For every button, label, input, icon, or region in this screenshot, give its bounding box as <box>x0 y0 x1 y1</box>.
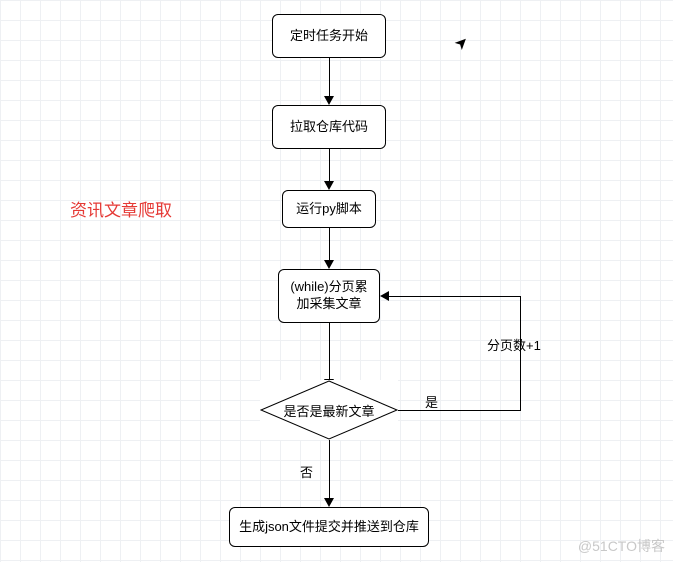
node-run-script-label: 运行py脚本 <box>296 201 362 218</box>
node-while-loop-label: (while)分页累加采集文章 <box>287 279 371 313</box>
edge-yes-h2 <box>389 296 521 297</box>
node-decision-label: 是否是最新文章 <box>283 401 374 420</box>
node-start: 定时任务开始 <box>272 14 386 58</box>
edge-3-4-head <box>324 260 334 269</box>
node-decision: 是否是最新文章 <box>260 380 398 440</box>
edge-2-3 <box>329 149 330 183</box>
edge-no-head <box>324 498 334 507</box>
node-run-script: 运行py脚本 <box>282 190 376 228</box>
edge-yes-head <box>380 291 389 301</box>
node-push-json-label: 生成json文件提交并推送到仓库 <box>239 519 419 536</box>
edge-4-5 <box>329 323 330 381</box>
edge-3-4 <box>329 228 330 262</box>
label-yes: 是 <box>425 392 438 411</box>
label-no: 否 <box>300 462 313 481</box>
node-pull-repo-label: 拉取仓库代码 <box>290 119 368 136</box>
node-while-loop: (while)分页累加采集文章 <box>278 269 380 323</box>
node-push-json: 生成json文件提交并推送到仓库 <box>229 507 429 547</box>
edge-no-v <box>329 440 330 500</box>
diagram-title: 资讯文章爬取 <box>70 196 172 221</box>
watermark: @51CTO博客 <box>578 536 665 556</box>
edge-1-2-head <box>324 96 334 105</box>
node-start-label: 定时任务开始 <box>290 28 368 45</box>
edge-1-2 <box>329 58 330 98</box>
node-pull-repo: 拉取仓库代码 <box>272 105 386 149</box>
edge-yes-h1 <box>398 410 520 411</box>
label-loop-increment: 分页数+1 <box>487 335 541 354</box>
cursor-icon: ➤ <box>450 31 474 55</box>
edge-2-3-head <box>324 181 334 190</box>
